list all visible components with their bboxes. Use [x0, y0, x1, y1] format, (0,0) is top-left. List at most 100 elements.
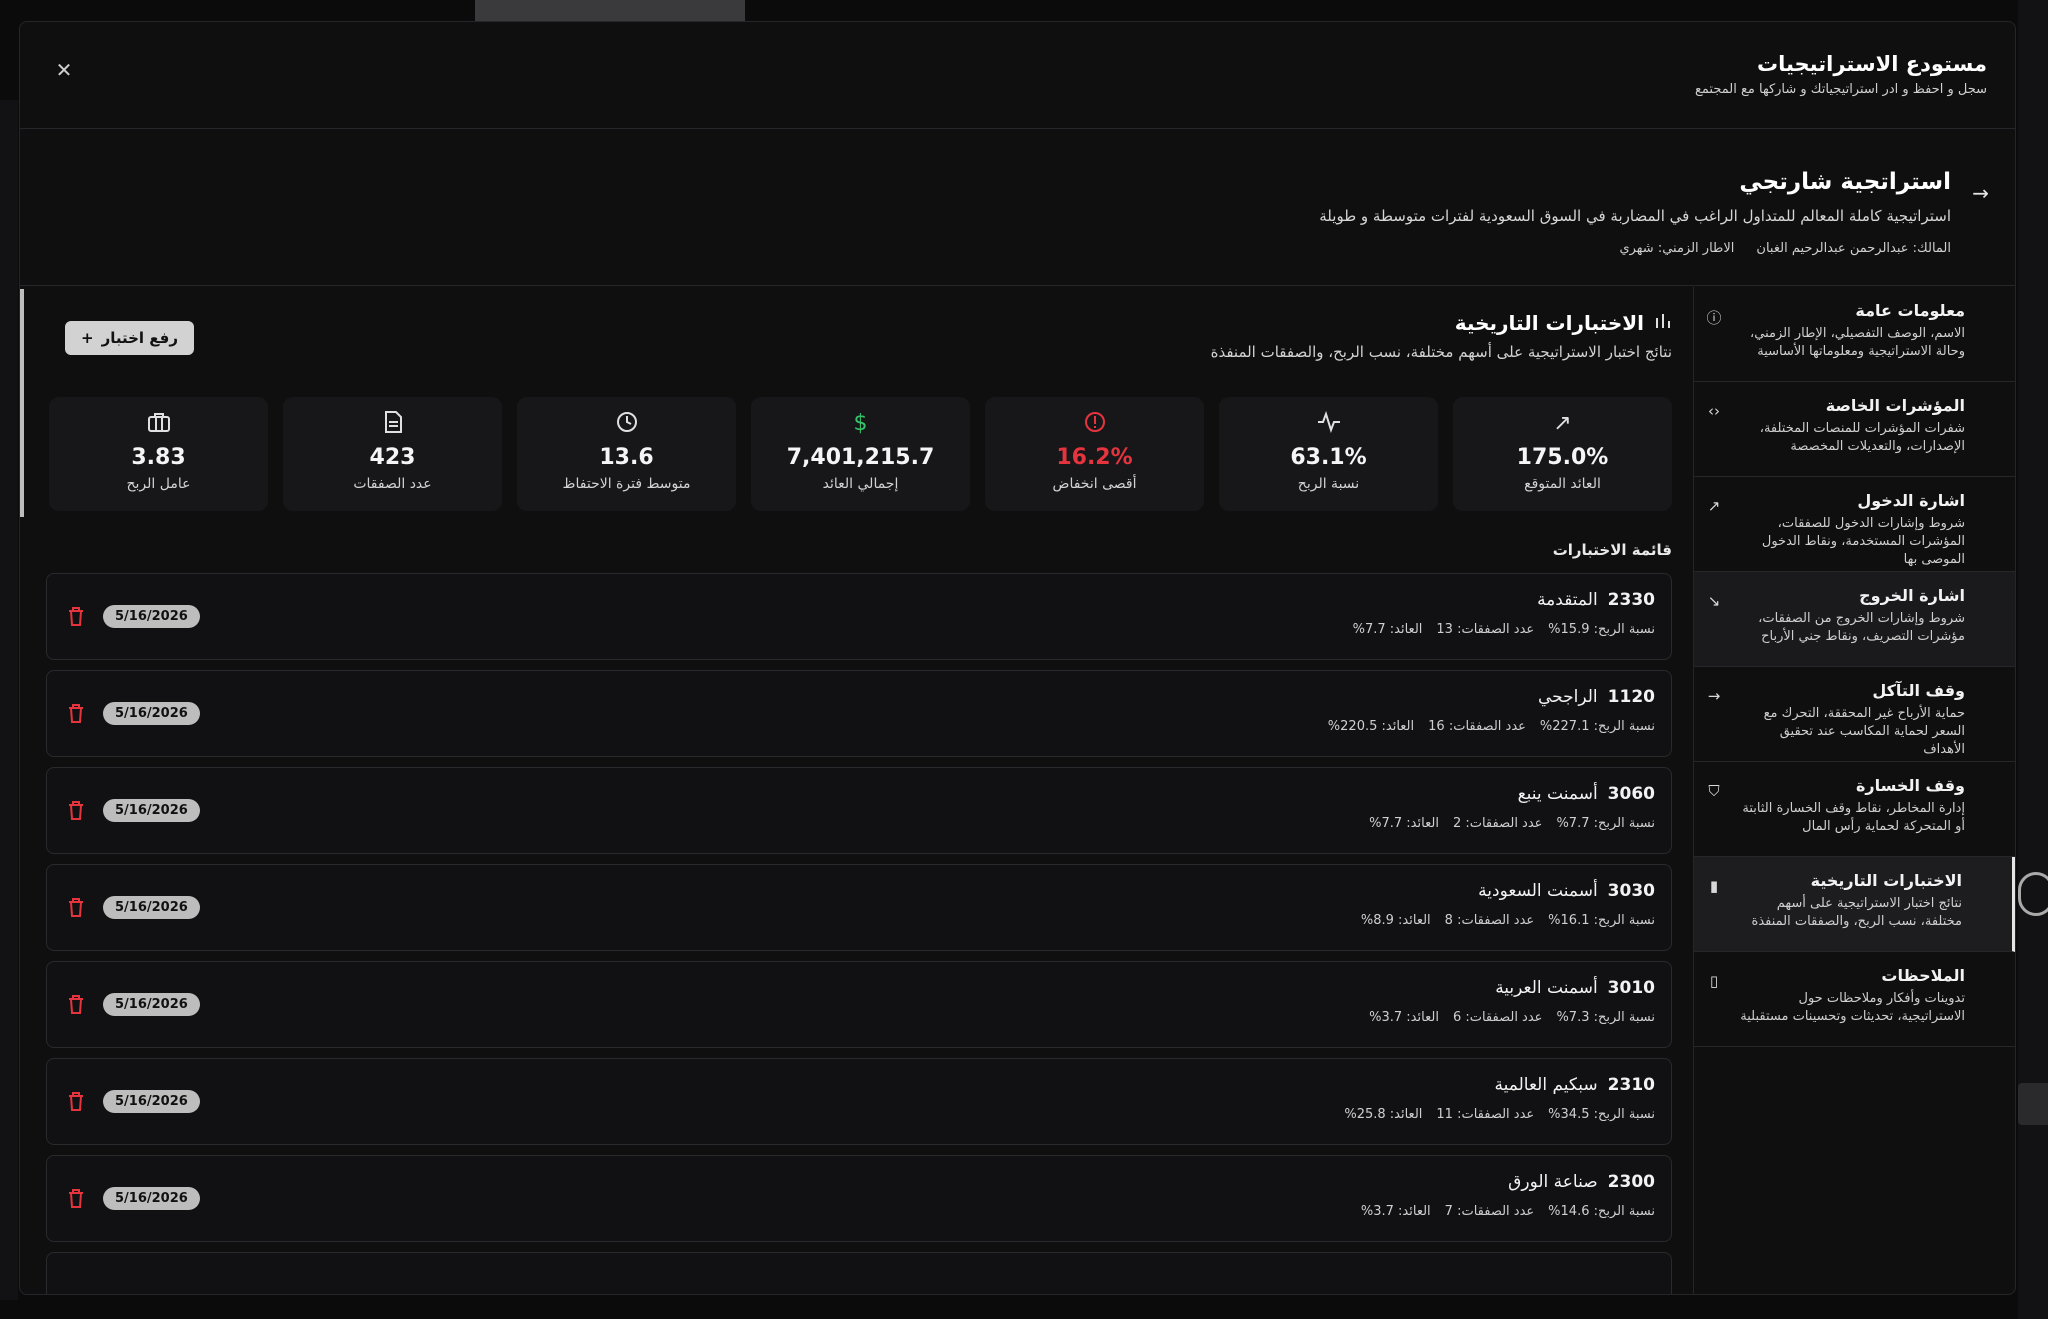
nav-item-title: معلومات عامة [1855, 301, 1965, 320]
document-icon [283, 411, 502, 437]
trending-up-icon: ↗ [1553, 411, 1572, 436]
trash-icon[interactable] [67, 897, 85, 917]
return: العائد: 3.7% [1360, 1204, 1431, 1219]
trash-icon[interactable] [67, 1091, 85, 1111]
return: العائد: 3.7% [1369, 1010, 1439, 1025]
stock-code: 3010 [1607, 978, 1655, 998]
stock-code: 2310 [1607, 1075, 1655, 1095]
modal-header: مستودع الاستراتيجيات سجل و احفظ و ادر اس… [20, 22, 2015, 129]
stock-code: 1120 [1607, 687, 1655, 707]
trash-icon[interactable] [67, 994, 85, 1014]
stat-label: متوسط فترة الاحتفاظ [562, 476, 691, 492]
section-header: الاختبارات التاريخية نتائج اختبار الاستر… [46, 287, 1672, 397]
stock-name: الراجحي [1538, 687, 1598, 707]
trades-count: عدد الصفقات: 13 [1436, 622, 1535, 637]
arrow-right-icon[interactable]: → [1972, 181, 1989, 205]
plus-icon: + [81, 329, 94, 347]
nav-item-notes[interactable]: ▯ الملاحظات تدوينات وأفكار وملاحظات حول … [1694, 952, 2015, 1047]
trending-up-icon: ↗ [1707, 497, 1721, 515]
modal-body: ⓘ معلومات عامة الاسم، الوصف التفصيلي، ال… [20, 287, 2015, 1294]
trades-count: عدد الصفقات: 2 [1452, 816, 1543, 831]
test-row[interactable]: 3010 أسمنت العربية نسبة الربح: 7.3% عدد ال… [46, 961, 1672, 1048]
win-rate: نسبة الربح: 15.9% [1548, 622, 1655, 637]
trash-icon[interactable] [67, 800, 85, 820]
nav-item-trailing-stop[interactable]: → وقف التآكل حماية الأرباح غير المحققة، … [1694, 667, 2015, 762]
trash-icon[interactable] [67, 1188, 85, 1208]
stock-code: 3030 [1607, 881, 1655, 901]
date-badge: 5/16/2026 [103, 605, 200, 628]
nav-item-exit-signal[interactable]: ↘ اشارة الخروج شروط وإشارات الخروج من ال… [1694, 572, 2015, 667]
tests-list-title: قائمة الاختبارات [1552, 541, 1672, 559]
date-badge: 5/16/2026 [103, 702, 200, 725]
alert-circle-icon [985, 411, 1204, 437]
test-row[interactable]: 2310 سبكيم العالمية نسبة الربح: 34.5% عدد … [46, 1058, 1672, 1145]
nav-item-custom-indicators[interactable]: ‹› المؤشرات الخاصة شفرات المؤشرات للمنصا… [1694, 382, 2015, 477]
strategy-description: استراتيجية كاملة المعالم للمتداول الراغب… [1319, 207, 1951, 225]
stat-card-expected-return: ↗ 175.0% العائد المتوقع [1453, 397, 1672, 511]
nav-item-title: الاختبارات التاريخية [1810, 871, 1962, 890]
test-row[interactable]: 2330 المتقدمة نسبة الربح: 15.9% عدد الصفقا… [46, 573, 1672, 660]
stat-card-profit-factor: 3.83 عامل الربح [49, 397, 268, 511]
stock-name: صناعة الورق [1508, 1172, 1598, 1192]
stat-value: 13.6 [599, 445, 654, 470]
nav-item-desc: شروط وإشارات الدخول للصفقات، المؤشرات ال… [1761, 516, 1965, 567]
date-badge: 5/16/2026 [103, 896, 200, 919]
modal-title: مستودع الاستراتيجيات [1756, 52, 1987, 76]
stat-card-total-return: $ 7,401,215.7 إجمالي العائد [751, 397, 970, 511]
date-badge: 5/16/2026 [103, 1187, 200, 1210]
test-row[interactable]: 3060 أسمنت ينبع نسبة الربح: 7.7% عدد الصفق… [46, 767, 1672, 854]
scrollbar[interactable] [20, 289, 24, 517]
return: العائد: 7.7% [1369, 816, 1439, 831]
nav-item-desc: شروط وإشارات الخروج من الصفقات، مؤشرات ا… [1758, 611, 1965, 644]
activity-icon [1219, 410, 1438, 437]
strategy-header: → استراتجية شارتجي استراتيجية كاملة المع… [20, 129, 2015, 286]
stat-label: أقصى انخفاض [1052, 476, 1137, 492]
win-rate: نسبة الربح: 7.7% [1556, 816, 1655, 831]
return: العائد: 220.5% [1327, 719, 1415, 734]
stock-name: أسمنت ينبع [1517, 784, 1598, 804]
date-badge: 5/16/2026 [103, 1090, 200, 1113]
stat-label: عدد الصفقات [353, 476, 432, 492]
section-title: الاختبارات التاريخية [1454, 311, 1644, 335]
upload-test-button[interactable]: رفع اختبار + [65, 321, 194, 355]
stock-name: أسمنت العربية [1495, 978, 1598, 998]
nav-item-title: اشارة الدخول [1857, 491, 1965, 510]
nav-item-entry-signal[interactable]: ↗ اشارة الدخول شروط وإشارات الدخول للصفق… [1694, 477, 2015, 572]
nav-item-stop-loss[interactable]: ⛉ وقف الخسارة إدارة المخاطر، نقاط وقف ال… [1694, 762, 2015, 857]
stock-code: 2300 [1607, 1172, 1655, 1192]
briefcase-icon [49, 411, 268, 437]
shield-icon: ⛉ [1708, 782, 1720, 800]
nav-item-general-info[interactable]: ⓘ معلومات عامة الاسم، الوصف التفصيلي، ال… [1694, 287, 2015, 382]
win-rate: نسبة الربح: 34.5% [1548, 1107, 1655, 1122]
bar-chart-icon [1654, 312, 1672, 335]
stat-label: نسبة الربح [1297, 476, 1360, 492]
stat-card-max-drawdown: 16.2% أقصى انخفاض [985, 397, 1204, 511]
trash-icon[interactable] [67, 606, 85, 626]
stat-label: عامل الربح [126, 476, 191, 492]
nav-item-desc: شفرات المؤشرات للمنصات المختلفة، الإصدار… [1759, 421, 1965, 454]
close-icon[interactable]: ✕ [50, 56, 78, 84]
strategy-owner: المالك: عبدالرحمن عبدالرحيم الغبان [1756, 241, 1951, 256]
upload-test-label: رفع اختبار [101, 329, 178, 347]
test-row[interactable]: 1120 الراجحي نسبة الربح: 227.1% عدد الصفقا… [46, 670, 1672, 757]
code-icon: ‹› [1708, 402, 1720, 420]
stat-value: 7,401,215.7 [786, 445, 935, 470]
trash-icon[interactable] [67, 703, 85, 723]
background-sidebar [0, 100, 18, 1300]
background-button [2018, 1083, 2048, 1125]
test-row[interactable]: 2300 صناعة الورق نسبة الربح: 14.6% عدد الص… [46, 1155, 1672, 1242]
stat-label: العائد المتوقع [1524, 476, 1601, 492]
test-row[interactable] [46, 1252, 1672, 1294]
stat-value: 3.83 [131, 445, 186, 470]
bar-chart-icon: ▮ [1709, 877, 1719, 895]
date-badge: 5/16/2026 [103, 993, 200, 1016]
add-icon [2018, 872, 2048, 916]
nav-item-backtests[interactable]: ▮ الاختبارات التاريخية نتائج اختبار الاس… [1694, 857, 2015, 952]
stat-value: 63.1% [1290, 445, 1367, 470]
nav-item-title: المؤشرات الخاصة [1825, 396, 1965, 415]
stat-value: 423 [369, 445, 416, 470]
test-row[interactable]: 3030 أسمنت السعودية نسبة الربح: 16.1% عدد … [46, 864, 1672, 951]
tests-list: 2330 المتقدمة نسبة الربح: 15.9% عدد الصفقا… [46, 573, 1672, 1294]
nav-item-title: الملاحظات [1881, 966, 1965, 985]
return: العائد: 7.7% [1352, 622, 1423, 637]
